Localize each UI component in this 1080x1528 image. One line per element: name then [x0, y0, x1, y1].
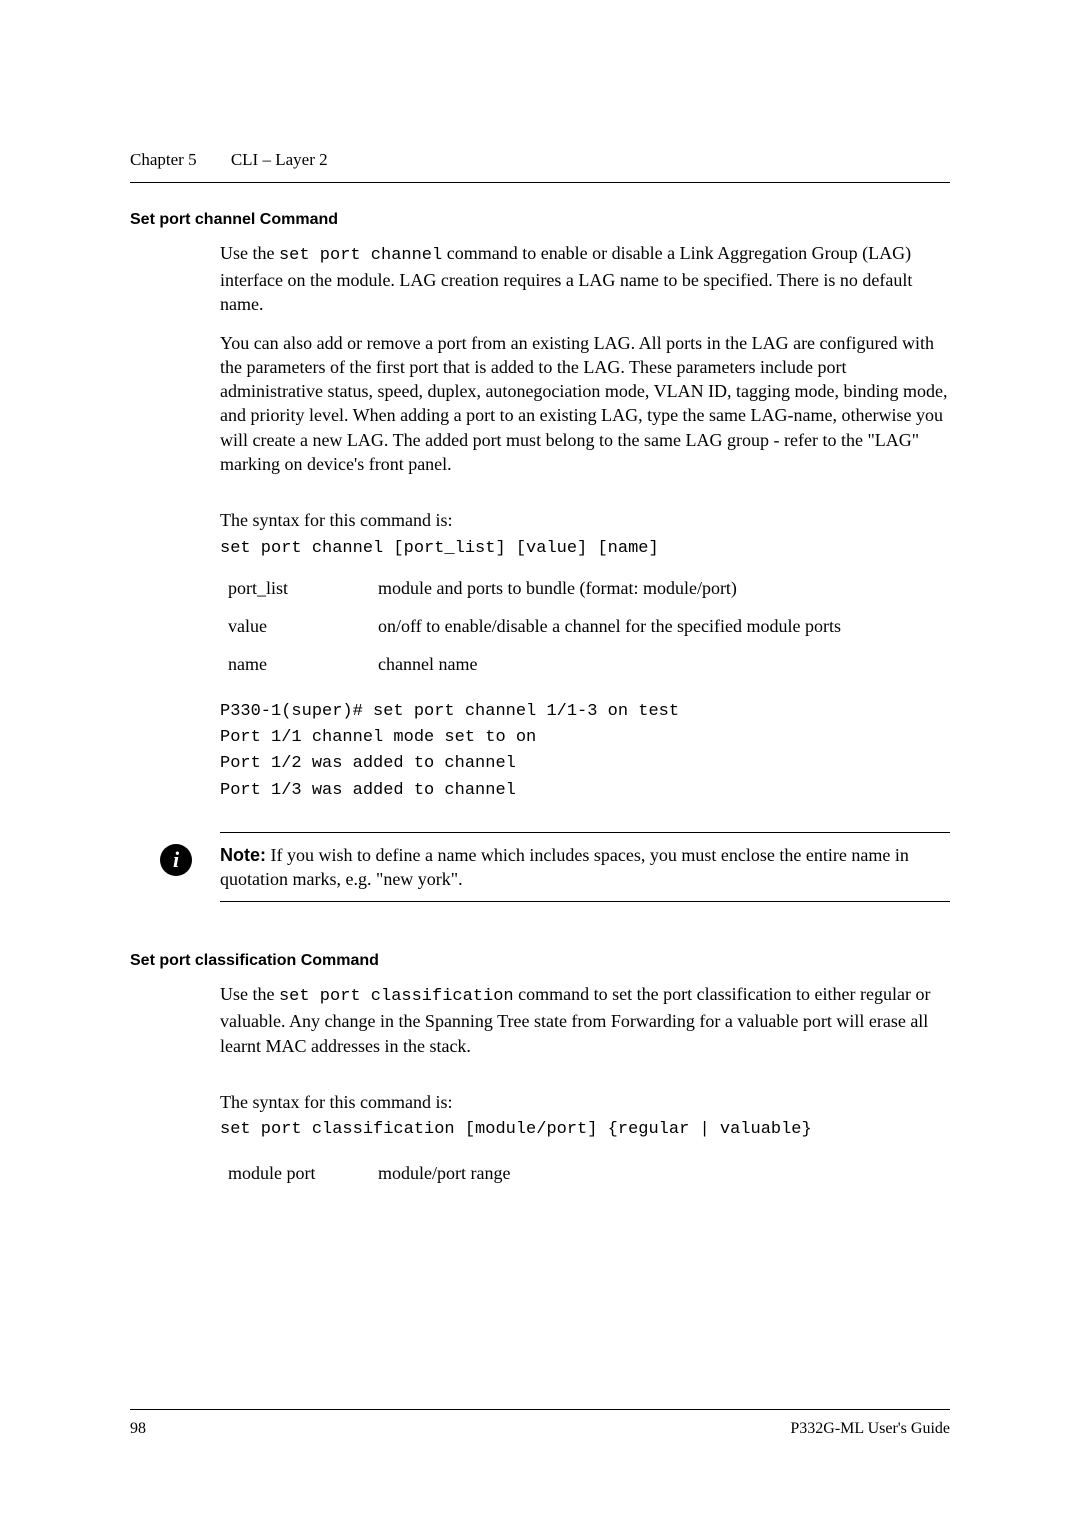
note-label: Note: [220, 845, 266, 865]
example-line: Port 1/2 was added to channel [220, 751, 950, 777]
param-table-classification: module port module/port range [228, 1161, 950, 1185]
footer-rule [130, 1409, 950, 1410]
intro-code-2: set port classification [279, 987, 514, 1006]
page-number: 98 [130, 1420, 146, 1438]
chapter-title: CLI – Layer 2 [231, 150, 328, 169]
note-block: i Note: If you wish to define a name whi… [220, 832, 950, 903]
note-text: Note: If you wish to define a name which… [220, 843, 950, 892]
param-row: value on/off to enable/disable a channel… [228, 614, 950, 638]
note-rule-top [220, 832, 950, 833]
syntax-label-2: The syntax for this command is: [220, 1090, 950, 1114]
syntax-label: The syntax for this command is: [220, 508, 950, 532]
param-row: port_list module and ports to bundle (fo… [228, 576, 950, 600]
param-desc: on/off to enable/disable a channel for t… [378, 614, 950, 638]
param-desc: channel name [378, 652, 950, 676]
param-row: module port module/port range [228, 1161, 950, 1185]
info-icon-glyph: i [173, 847, 179, 873]
header-rule [130, 182, 950, 183]
syntax-code-2: set port classification [module/port] {r… [220, 1120, 950, 1139]
param-name: name [228, 652, 378, 676]
param-row: name channel name [228, 652, 950, 676]
info-icon: i [160, 844, 192, 876]
example-line: P330-1(super)# set port channel 1/1-3 on… [220, 699, 950, 725]
paragraph-lag-details: You can also add or remove a port from a… [220, 331, 950, 477]
note-rule-bottom [220, 901, 950, 902]
footer-content: 98 P332G-ML User's Guide [130, 1420, 950, 1438]
note-body: If you wish to define a name which inclu… [220, 845, 909, 889]
param-name: value [228, 614, 378, 638]
example-line: Port 1/1 channel mode set to on [220, 725, 950, 751]
param-desc: module and ports to bundle (format: modu… [378, 576, 950, 600]
intro-paragraph: Use the set port channel command to enab… [220, 241, 950, 317]
page-footer: 98 P332G-ML User's Guide [130, 1409, 950, 1438]
section-heading-port-channel: Set port channel Command [130, 211, 950, 229]
param-name: module port [228, 1161, 378, 1185]
guide-name: P332G-ML User's Guide [790, 1420, 950, 1438]
param-table-port-channel: port_list module and ports to bundle (fo… [228, 576, 950, 677]
section-heading-port-classification: Set port classification Command [130, 952, 950, 970]
page-header: Chapter 5 CLI – Layer 2 [130, 150, 950, 170]
syntax-code: set port channel [port_list] [value] [na… [220, 539, 950, 558]
intro-code: set port channel [279, 246, 442, 265]
example-block: P330-1(super)# set port channel 1/1-3 on… [220, 699, 950, 804]
param-name: port_list [228, 576, 378, 600]
param-desc: module/port range [378, 1161, 950, 1185]
intro-prefix-2: Use the [220, 984, 279, 1004]
chapter-label: Chapter 5 [130, 150, 197, 169]
intro-prefix: Use the [220, 243, 279, 263]
intro-paragraph-classification: Use the set port classification command … [220, 982, 950, 1058]
example-line: Port 1/3 was added to channel [220, 778, 950, 804]
note-content: Note: If you wish to define a name which… [220, 843, 950, 892]
